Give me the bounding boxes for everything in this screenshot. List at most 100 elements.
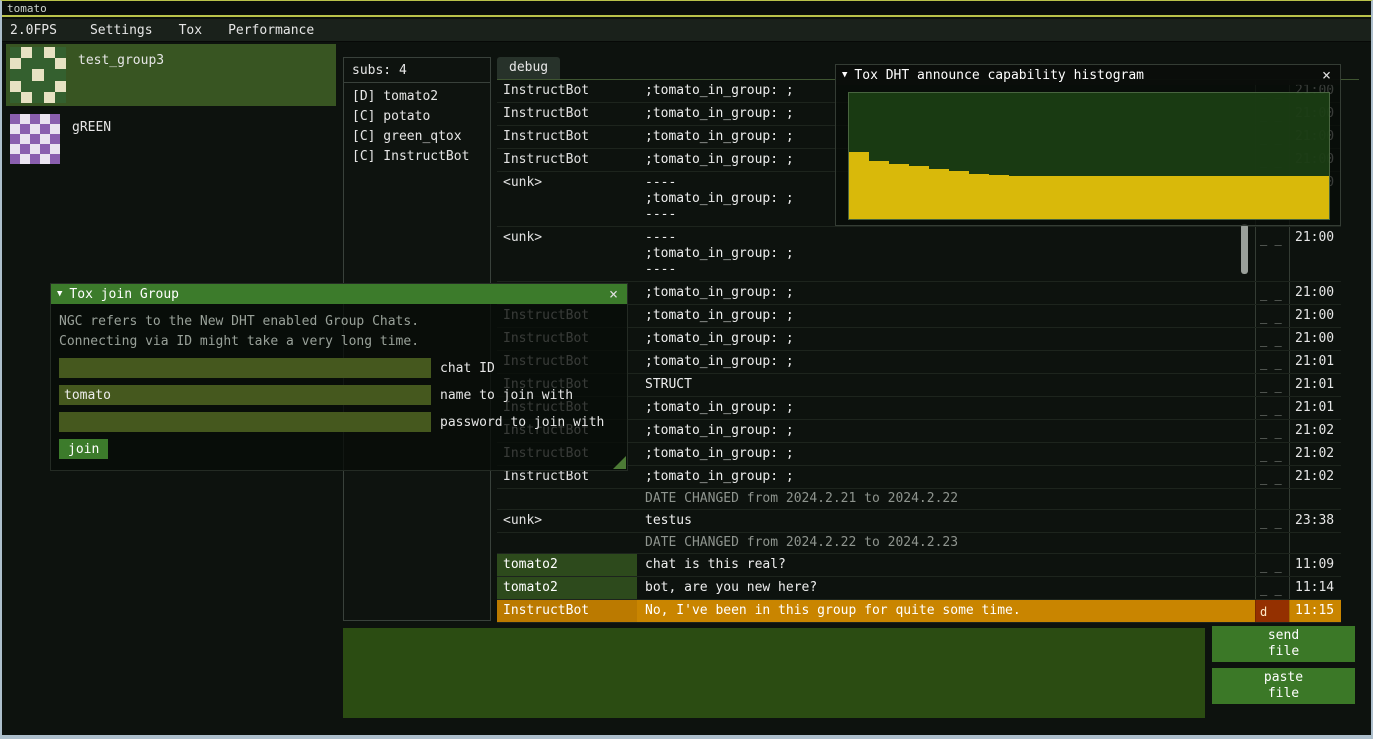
join-field-row: chat ID: [59, 358, 619, 378]
message-flags: _ _: [1255, 420, 1289, 442]
dht-histogram-title: Tox DHT announce capability histogram: [854, 68, 1144, 83]
histogram-bar: [909, 166, 929, 219]
collapse-arrow-icon[interactable]: ▼: [842, 70, 847, 80]
menu-bar: 2.0FPS SettingsToxPerformance: [2, 19, 1371, 42]
histogram-bar: [1309, 176, 1329, 219]
histogram-bar: [1269, 176, 1289, 219]
message-time: 11:15: [1289, 600, 1341, 622]
join-name-input[interactable]: [59, 385, 431, 405]
chat-scrollbar-thumb[interactable]: [1241, 224, 1248, 274]
histogram-bar: [949, 171, 969, 219]
message-sender: InstructBot: [497, 103, 637, 125]
dht-histogram-window: ▼ Tox DHT announce capability histogram …: [835, 64, 1341, 226]
join-button[interactable]: join: [59, 439, 108, 459]
group-name: gREEN: [72, 114, 111, 170]
message-time: 11:14: [1289, 577, 1341, 599]
message-flags: _ _: [1255, 577, 1289, 599]
message-sender: InstructBot: [497, 600, 637, 622]
message-text: DATE CHANGED from 2024.2.21 to 2024.2.22: [637, 489, 1255, 509]
message-flags: _ _: [1255, 351, 1289, 373]
message-text: ;tomato_in_group: ;: [637, 351, 1255, 373]
dht-histogram-titlebar[interactable]: ▼ Tox DHT announce capability histogram …: [836, 65, 1340, 85]
join-description-line2: Connecting via ID might take a very long…: [59, 332, 619, 352]
message-input[interactable]: [343, 628, 1205, 718]
resize-grip[interactable]: [613, 456, 626, 469]
message-time: 21:02: [1289, 443, 1341, 465]
join-password-input[interactable]: [59, 412, 431, 432]
group-list-item[interactable]: gREEN: [6, 111, 336, 173]
send-file-button[interactable]: send file: [1212, 626, 1355, 662]
menu-item-performance[interactable]: Performance: [215, 21, 327, 40]
chat-message-row[interactable]: <unk>testus_ _23:38: [497, 510, 1341, 533]
message-time: 21:02: [1289, 466, 1341, 488]
message-sender: [497, 489, 637, 509]
histogram-bar: [1109, 176, 1129, 219]
message-flags: _ _: [1255, 328, 1289, 350]
message-time: 21:02: [1289, 420, 1341, 442]
join-group-window: ▼ Tox join Group × NGC refers to the New…: [50, 283, 628, 471]
subs-count-header: subs: 4: [344, 58, 490, 83]
message-sender: tomato2: [497, 554, 637, 576]
message-time: 21:01: [1289, 351, 1341, 373]
histogram-bar: [849, 152, 869, 219]
window-title: tomato: [7, 2, 47, 15]
chat-message-row[interactable]: tomato2bot, are you new here?_ _11:14: [497, 577, 1341, 600]
window-titlebar[interactable]: tomato: [2, 1, 1371, 17]
message-text: ;tomato_in_group: ;: [637, 305, 1255, 327]
chat-message-row[interactable]: InstructBotNo, I've been in this group f…: [497, 600, 1341, 623]
paste-file-button[interactable]: paste file: [1212, 668, 1355, 704]
tab-debug[interactable]: debug: [497, 57, 560, 79]
join-field-label: name to join with: [440, 388, 573, 403]
chat-message-row[interactable]: <unk>---- ;tomato_in_group: ; ----_ _21:…: [497, 227, 1341, 282]
message-text: ;tomato_in_group: ;: [637, 328, 1255, 350]
message-sender: <unk>: [497, 227, 637, 281]
message-flags: _ _: [1255, 374, 1289, 396]
histogram-bar: [869, 161, 889, 219]
histogram-bar: [1069, 176, 1089, 219]
message-text: No, I've been in this group for quite so…: [637, 600, 1255, 622]
message-flags: [1255, 533, 1289, 553]
peer-list-item[interactable]: [C] potato: [344, 107, 490, 127]
histogram-bar: [1289, 176, 1309, 219]
join-fields: chat ID name to join with password to join…: [59, 358, 619, 432]
join-description-line1: NGC refers to the New DHT enabled Group …: [59, 312, 619, 332]
message-flags: _ _: [1255, 510, 1289, 532]
message-time: 21:01: [1289, 397, 1341, 419]
join-group-titlebar[interactable]: ▼ Tox join Group ×: [51, 284, 627, 304]
menu-item-settings[interactable]: Settings: [77, 21, 166, 40]
chat-message-row[interactable]: tomato2chat is this real?_ _11:09: [497, 554, 1341, 577]
message-time: 21:00: [1289, 227, 1341, 281]
message-text: testus: [637, 510, 1255, 532]
menu-item-tox[interactable]: Tox: [166, 21, 215, 40]
message-text: ;tomato_in_group: ;: [637, 282, 1255, 304]
histogram-bar: [1029, 176, 1049, 219]
message-sender: tomato2: [497, 577, 637, 599]
group-list-item[interactable]: test_group3: [6, 44, 336, 106]
message-text: chat is this real?: [637, 554, 1255, 576]
message-sender: [497, 533, 637, 553]
message-sender: InstructBot: [497, 126, 637, 148]
message-time: 21:01: [1289, 374, 1341, 396]
close-icon[interactable]: ×: [606, 284, 621, 304]
histogram-bar: [989, 175, 1009, 219]
message-text: ---- ;tomato_in_group: ; ----: [637, 227, 1255, 281]
join-field-row: password to join with: [59, 412, 619, 432]
message-flags: d: [1255, 600, 1289, 622]
histogram-bar: [1009, 176, 1029, 219]
peer-list-item[interactable]: [C] green_qtox: [344, 127, 490, 147]
histogram-bar: [1209, 176, 1229, 219]
message-flags: _ _: [1255, 466, 1289, 488]
close-icon[interactable]: ×: [1319, 65, 1334, 85]
join-group-body: NGC refers to the New DHT enabled Group …: [51, 304, 627, 467]
peer-list-item[interactable]: [D] tomato2: [344, 87, 490, 107]
collapse-arrow-icon[interactable]: ▼: [57, 289, 62, 299]
message-text: ;tomato_in_group: ;: [637, 443, 1255, 465]
subs-list: [D] tomato2[C] potato[C] green_qtox[C] I…: [344, 83, 490, 167]
message-time: 21:00: [1289, 282, 1341, 304]
peer-list-item[interactable]: [C] InstructBot: [344, 147, 490, 167]
histogram-plot[interactable]: [848, 92, 1330, 220]
message-flags: _ _: [1255, 282, 1289, 304]
chat-id-input[interactable]: [59, 358, 431, 378]
message-text: DATE CHANGED from 2024.2.22 to 2024.2.23: [637, 533, 1255, 553]
message-time: 11:09: [1289, 554, 1341, 576]
